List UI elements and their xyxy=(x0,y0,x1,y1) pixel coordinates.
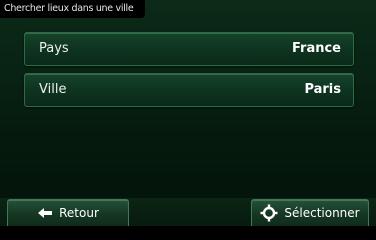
search-places-screen: Chercher lieux dans une ville Pays Franc… xyxy=(0,0,376,226)
crosshair-icon xyxy=(260,204,278,222)
arrow-left-icon xyxy=(37,207,53,219)
city-label: Ville xyxy=(39,82,67,97)
city-field[interactable]: Ville Paris xyxy=(24,73,354,107)
back-button[interactable]: Retour xyxy=(7,199,129,226)
country-label: Pays xyxy=(39,41,69,56)
select-button[interactable]: Sélectionner xyxy=(251,199,369,226)
screen-title: Chercher lieux dans une ville xyxy=(0,0,146,18)
country-field[interactable]: Pays France xyxy=(24,32,354,66)
select-button-label: Sélectionner xyxy=(284,206,360,220)
bottom-bar: Retour Sélectionner xyxy=(0,198,376,226)
back-button-label: Retour xyxy=(59,206,99,220)
city-value: Paris xyxy=(304,82,341,97)
country-value: France xyxy=(291,41,341,56)
